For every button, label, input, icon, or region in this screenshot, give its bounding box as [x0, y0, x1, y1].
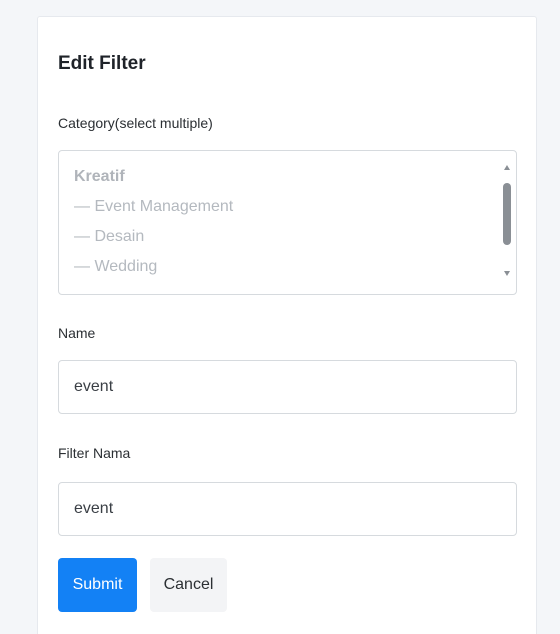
category-option[interactable]: — Wedding [74, 258, 157, 276]
name-input[interactable] [58, 360, 517, 414]
scroll-up-icon[interactable] [504, 165, 510, 170]
filter-name-input[interactable] [58, 482, 517, 536]
category-option[interactable]: — Desain [74, 228, 144, 246]
edit-filter-card: Edit Filter Category(select multiple) Kr… [37, 16, 537, 634]
name-label: Name [58, 325, 96, 341]
category-multiselect[interactable]: Kreatif — Event Management — Desain — We… [58, 150, 517, 295]
category-option-group[interactable]: Kreatif [74, 168, 125, 186]
submit-button[interactable]: Submit [58, 558, 137, 612]
scroll-down-icon[interactable] [504, 271, 510, 276]
cancel-button[interactable]: Cancel [150, 558, 227, 612]
form-title: Edit Filter [58, 53, 146, 74]
category-label: Category(select multiple) [58, 115, 213, 131]
filter-name-label: Filter Nama [58, 445, 131, 461]
category-option[interactable]: — Event Management [74, 198, 233, 216]
category-scrollbar[interactable] [500, 153, 514, 292]
scrollbar-thumb[interactable] [503, 183, 511, 245]
